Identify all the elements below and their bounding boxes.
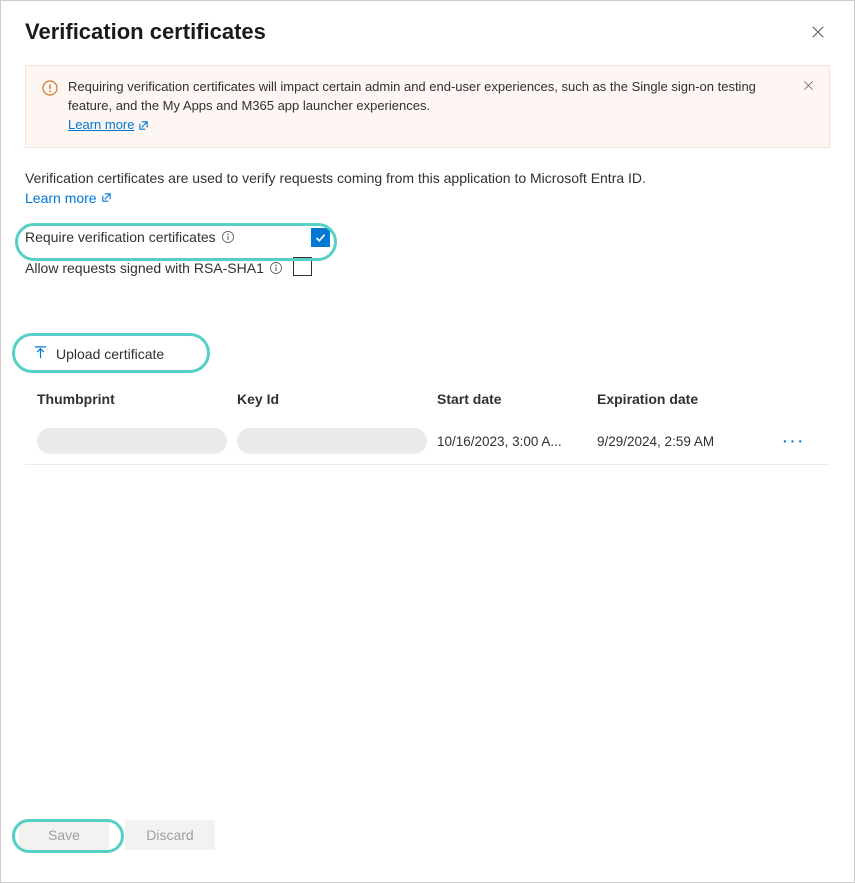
close-icon bbox=[811, 25, 825, 39]
banner-dismiss-button[interactable] bbox=[799, 76, 817, 94]
warning-banner: Requiring verification certificates will… bbox=[25, 65, 830, 148]
allow-sha1-checkbox[interactable] bbox=[293, 257, 312, 276]
external-link-icon bbox=[138, 120, 149, 131]
th-expiration-date[interactable]: Expiration date bbox=[597, 391, 768, 407]
require-certs-checkbox[interactable] bbox=[311, 228, 330, 247]
info-icon[interactable] bbox=[269, 261, 283, 275]
certificates-table: Thumbprint Key Id Start date Expiration … bbox=[25, 391, 830, 465]
th-thumbprint[interactable]: Thumbprint bbox=[37, 391, 237, 407]
checkmark-icon bbox=[314, 231, 327, 244]
th-key-id[interactable]: Key Id bbox=[237, 391, 437, 407]
upload-certificate-label: Upload certificate bbox=[56, 346, 164, 362]
row-more-button[interactable]: ··· bbox=[768, 430, 818, 453]
description-learn-more-link[interactable]: Learn more bbox=[25, 190, 112, 206]
save-button[interactable]: Save bbox=[19, 820, 109, 850]
upload-certificate-button[interactable]: Upload certificate bbox=[33, 339, 164, 369]
description-learn-more-label: Learn more bbox=[25, 190, 97, 206]
close-button[interactable] bbox=[806, 20, 830, 44]
more-icon: ··· bbox=[782, 430, 805, 452]
banner-learn-more-link[interactable]: Learn more bbox=[68, 116, 149, 135]
info-icon[interactable] bbox=[221, 230, 235, 244]
expiration-date-value: 9/29/2024, 2:59 AM bbox=[597, 434, 768, 449]
page-title: Verification certificates bbox=[25, 19, 266, 45]
th-start-date[interactable]: Start date bbox=[437, 391, 597, 407]
require-certs-label: Require verification certificates bbox=[25, 229, 216, 245]
banner-text: Requiring verification certificates will… bbox=[68, 79, 756, 113]
start-date-value: 10/16/2023, 3:00 A... bbox=[437, 434, 597, 449]
table-row[interactable]: 10/16/2023, 3:00 A... 9/29/2024, 2:59 AM… bbox=[25, 419, 830, 465]
description-text: Verification certificates are used to ve… bbox=[25, 170, 830, 186]
allow-sha1-label: Allow requests signed with RSA-SHA1 bbox=[25, 260, 264, 276]
close-icon bbox=[803, 80, 814, 91]
discard-button[interactable]: Discard bbox=[125, 820, 215, 850]
external-link-icon bbox=[101, 192, 112, 203]
info-warning-icon bbox=[42, 80, 58, 99]
banner-learn-more-label: Learn more bbox=[68, 116, 134, 135]
upload-icon bbox=[33, 345, 48, 363]
thumbprint-value bbox=[37, 428, 227, 454]
key-id-value bbox=[237, 428, 427, 454]
